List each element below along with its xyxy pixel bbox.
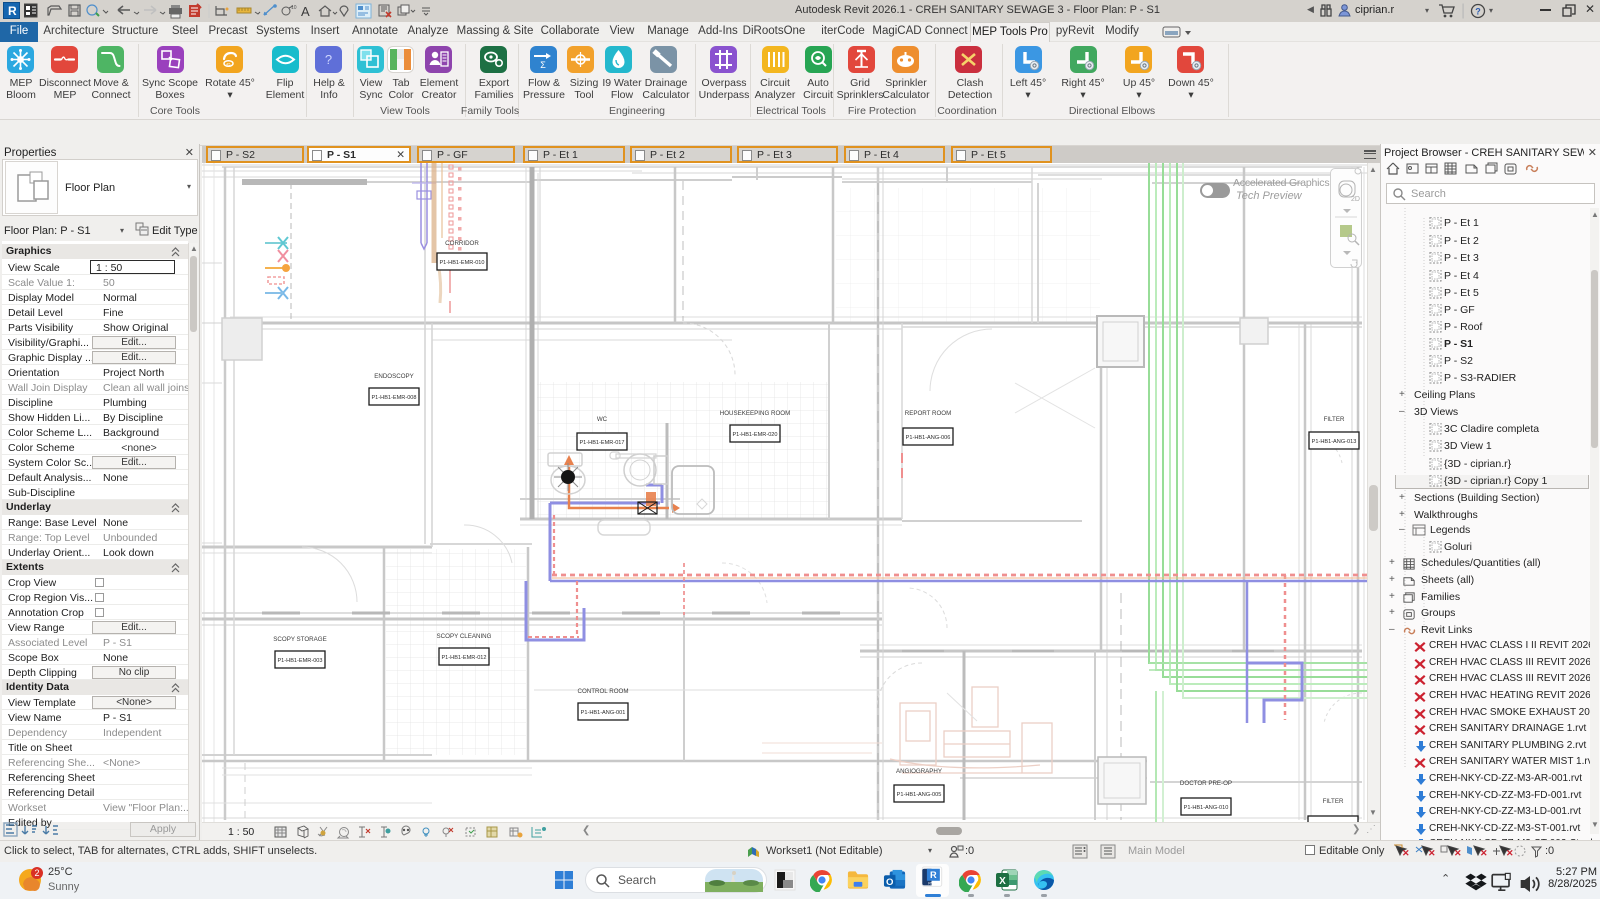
svg-text:CONTROL ROOM: CONTROL ROOM [578,688,629,695]
svg-text:CORRIDOR: CORRIDOR [445,240,479,247]
svg-text:2: 2 [34,868,39,878]
svg-text:P1-HB1-ANG-010: P1-HB1-ANG-010 [1184,805,1229,811]
svg-text:X: X [999,876,1006,887]
svg-text:✕: ✕ [1428,848,1436,858]
svg-text:10: 10 [291,5,297,11]
svg-text:ANGIOGRAPHY: ANGIOGRAPHY [896,768,942,775]
svg-text:HOUSEKEEPING ROOM: HOUSEKEEPING ROOM [720,410,790,417]
svg-text:FILTER: FILTER [1324,416,1345,423]
svg-text:P1-HB1-EMR-020: P1-HB1-EMR-020 [732,432,777,438]
svg-text:✕: ✕ [1402,848,1410,858]
svg-text:45: 45 [226,62,231,67]
svg-text:O: O [886,877,894,888]
svg-text:?: ? [1475,7,1481,17]
svg-text:SCOPY CLEANING: SCOPY CLEANING [437,633,492,640]
svg-text:?: ? [325,52,332,67]
svg-text:R: R [930,870,937,880]
svg-text:A: A [301,4,310,19]
svg-text:P1-HB1-EMR-010: P1-HB1-EMR-010 [439,260,484,266]
svg-text:✕: ✕ [1506,848,1514,858]
svg-text:REPORT ROOM: REPORT ROOM [905,410,952,417]
svg-text:✕: ✕ [1454,848,1462,858]
svg-text:P1-HB1-EMR-012: P1-HB1-EMR-012 [441,655,486,661]
svg-text:WC: WC [597,416,608,423]
svg-text:P1-HB1-EMR-003: P1-HB1-EMR-003 [277,658,322,664]
svg-text:P1-HB1-ANG-001: P1-HB1-ANG-001 [581,710,626,716]
svg-text:DOCTOR PRE-OP: DOCTOR PRE-OP [1180,780,1232,787]
svg-text:P1-HB1-EMR-017: P1-HB1-EMR-017 [579,440,624,446]
svg-text:FILTER: FILTER [1323,798,1344,805]
svg-text:Σ: Σ [540,60,546,70]
svg-text:P1-HB1-ANG-005: P1-HB1-ANG-005 [897,792,942,798]
svg-text:P1-HB1-EMR-008: P1-HB1-EMR-008 [371,395,416,401]
svg-text:P1-HB1-ANG-006: P1-HB1-ANG-006 [906,435,951,441]
svg-text:P1-HB1-ANG-013: P1-HB1-ANG-013 [1312,439,1357,445]
svg-text:ENDOSCOPY: ENDOSCOPY [374,373,414,380]
svg-text:✕: ✕ [1480,848,1488,858]
svg-text:RVT: RVT [928,881,936,885]
svg-text:2D: 2D [1351,196,1360,203]
svg-text:SCOPY STORAGE: SCOPY STORAGE [273,636,326,643]
